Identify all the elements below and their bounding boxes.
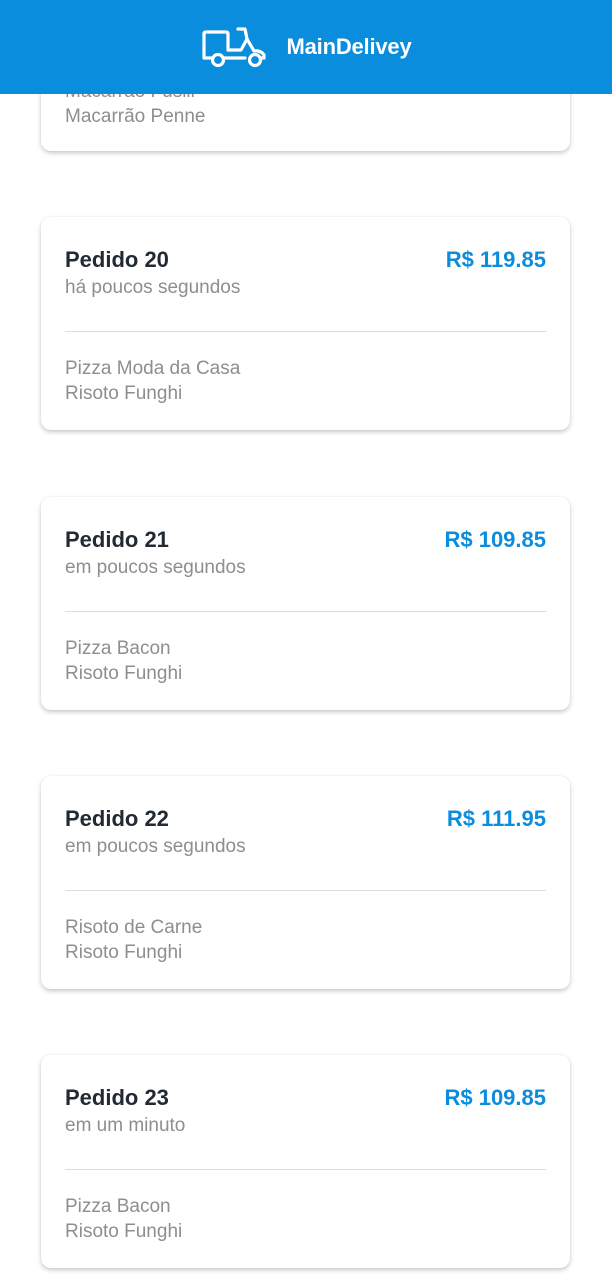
order-item: Risoto de Carne [65,917,203,938]
orders-list[interactable]: Macarrão Fusili Macarrão Penne Pedido 20… [0,0,612,1280]
order-item: Risoto Funghi [65,1221,183,1242]
order-item: Risoto Funghi [65,383,183,404]
order-item: Pizza Moda da Casa [65,358,241,379]
delivery-scooter-icon [201,27,266,68]
order-card[interactable]: Pedido 21 em poucos segundos R$ 109.85 P… [41,497,570,710]
divider [65,331,546,332]
order-item: Risoto Funghi [65,663,183,684]
order-time: há poucos segundos [65,277,241,298]
order-price: R$ 109.85 [444,527,546,552]
order-title: Pedido 21 [65,527,169,552]
app-title: MainDelivey [286,34,412,59]
divider [65,1169,546,1170]
order-items: Pizza Moda da Casa Risoto Funghi [65,356,240,406]
order-title: Pedido 20 [65,247,169,272]
order-title: Pedido 23 [65,1085,169,1110]
brand: MainDelivey [201,25,412,69]
order-item: Risoto Funghi [65,942,183,963]
order-time: em um minuto [65,1115,186,1136]
order-items: Risoto de Carne Risoto Funghi [65,915,202,965]
order-price: R$ 119.85 [445,247,546,272]
divider [65,611,546,612]
order-price: R$ 111.95 [446,806,546,831]
order-item: Macarrão Penne [65,106,206,127]
order-item: Pizza Bacon [65,1196,171,1217]
order-items: Pizza Bacon Risoto Funghi [65,636,182,686]
order-card[interactable]: Pedido 23 em um minuto R$ 109.85 Pizza B… [41,1055,570,1268]
order-card[interactable]: Pedido 20 há poucos segundos R$ 119.85 P… [41,217,570,430]
order-price: R$ 109.85 [444,1085,546,1110]
order-title: Pedido 22 [65,806,169,831]
app-header: MainDelivey [0,0,612,94]
order-item: Pizza Bacon [65,638,171,659]
order-items: Pizza Bacon Risoto Funghi [65,1194,182,1244]
divider [65,890,546,891]
order-time: em poucos segundos [65,836,246,857]
order-card[interactable]: Pedido 22 em poucos segundos R$ 111.95 R… [41,776,570,989]
order-time: em poucos segundos [65,557,246,578]
